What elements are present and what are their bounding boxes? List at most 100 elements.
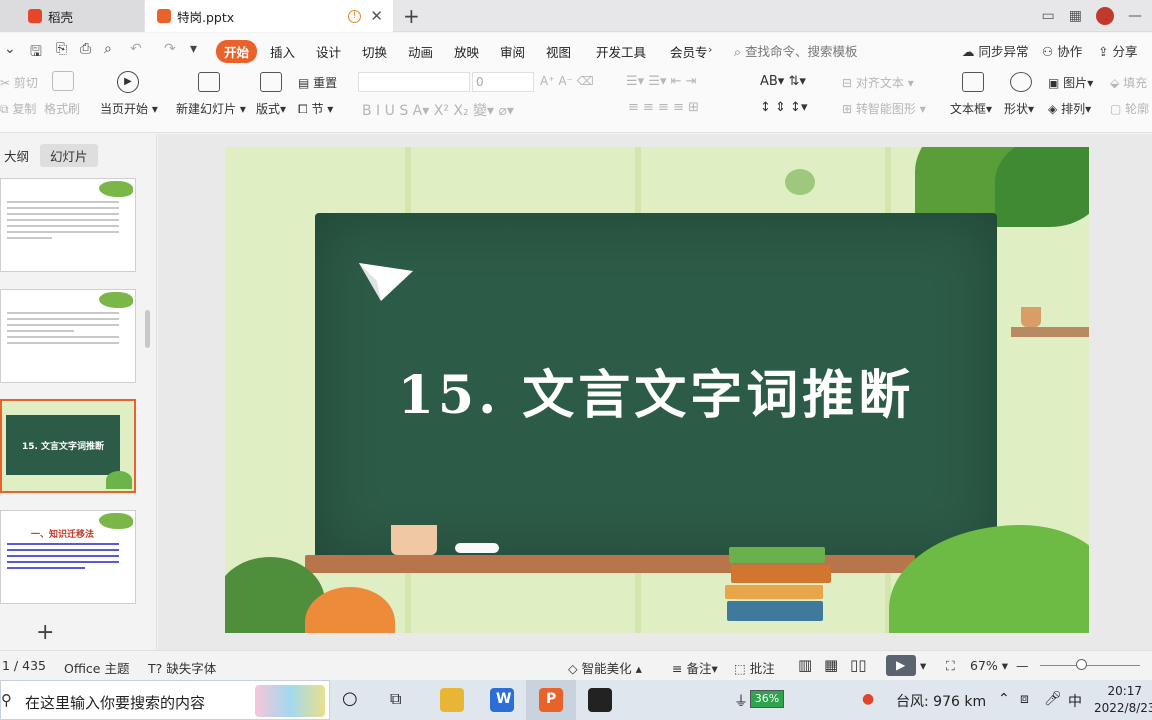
daoke-logo-icon xyxy=(28,9,42,23)
screen-recorder-icon[interactable] xyxy=(588,688,612,712)
export-icon[interactable]: ⎘ xyxy=(56,41,67,57)
tab-start[interactable]: 开始 xyxy=(216,40,258,63)
textbox-button[interactable]: 文本框▾ xyxy=(950,100,992,117)
network-icon[interactable]: ⧈ xyxy=(1020,691,1029,707)
collapse-icon[interactable]: ⌄ xyxy=(4,41,16,57)
more-quick-icon[interactable]: ▾ xyxy=(190,41,197,57)
shape-button[interactable]: 形状▾ xyxy=(1004,100,1034,117)
tab-review[interactable]: 审阅 xyxy=(492,40,533,63)
zoom-out-icon[interactable]: — xyxy=(1016,658,1029,673)
tray-chevron-icon[interactable]: ⌃ xyxy=(998,691,1010,707)
zoom-slider-track[interactable] xyxy=(1040,665,1140,666)
layout-mode-icon[interactable]: ▭ xyxy=(1042,8,1055,24)
play-current-button[interactable]: 当页开始 ▾ xyxy=(100,100,158,117)
print-icon[interactable]: ⎙ xyxy=(80,41,91,57)
zoom-slider-handle[interactable] xyxy=(1076,659,1087,670)
page-indicator[interactable]: 1 / 435 xyxy=(2,658,46,673)
tab-outline[interactable]: 大纲 xyxy=(0,144,39,167)
minimize-icon[interactable]: — xyxy=(1128,8,1142,24)
tab-slides[interactable]: 幻灯片 xyxy=(40,144,98,167)
font-family-select[interactable] xyxy=(358,72,470,92)
format-painter-icon xyxy=(52,71,74,91)
font-grow-icon[interactable]: A⁺ A⁻ ⌫ xyxy=(540,74,594,88)
add-tab-button[interactable]: + xyxy=(403,4,420,28)
fit-window-icon[interactable]: ⛶ xyxy=(946,658,955,674)
close-tab-icon[interactable]: ✕ xyxy=(370,7,383,25)
zoom-level[interactable]: 67% ▾ xyxy=(970,658,1008,673)
layout-button[interactable]: 版式▾ xyxy=(256,100,286,117)
sorter-view-icon[interactable]: ▦ xyxy=(824,656,838,674)
slideshow-play-button[interactable]: ▶ xyxy=(886,655,916,676)
add-slide-button[interactable]: + xyxy=(36,620,54,645)
tab-insert[interactable]: 插入 xyxy=(262,40,303,63)
tab-slideshow[interactable]: 放映 xyxy=(446,40,487,63)
cut-button[interactable]: ✂ 剪切 xyxy=(0,74,38,91)
apps-grid-icon[interactable]: ▦ xyxy=(1069,8,1082,24)
slide-thumbnail[interactable]: 一、知识迁移法 xyxy=(0,510,136,604)
play-options-icon[interactable]: ▾ xyxy=(920,658,926,673)
sync-status-button[interactable]: ☁ 同步异常 xyxy=(962,41,1029,60)
new-slide-button[interactable]: 新建幻灯片 ▾ xyxy=(176,100,246,117)
fill-icon: ⬙ xyxy=(1110,76,1120,90)
text-style-icons[interactable]: B I U S A▾ X² X₂ 變▾ ⌀▾ xyxy=(362,100,514,120)
reading-view-icon[interactable]: ▯▯ xyxy=(850,656,867,674)
align-icons[interactable]: ≡ ≡ ≡ ≡ ⊞ xyxy=(628,100,699,115)
undo-icon[interactable]: ↶ xyxy=(130,41,142,57)
slide-title[interactable]: 15. 文言文字词推断 xyxy=(315,353,997,428)
smart-shape-button[interactable]: ⊞ 转智能图形 ▾ xyxy=(842,100,926,117)
picture-button[interactable]: ▣ 图片▾ xyxy=(1048,74,1093,91)
battery-indicator[interactable]: 36% xyxy=(750,690,784,708)
tab-animation[interactable]: 动画 xyxy=(400,40,441,63)
tab-daoke[interactable]: 稻壳 xyxy=(0,0,144,32)
presentation-app-icon[interactable]: P xyxy=(539,688,563,712)
word-app-icon[interactable]: W xyxy=(490,688,514,712)
align-text-button[interactable]: ⊟ 对齐文本 ▾ xyxy=(842,74,914,91)
share-button[interactable]: ⇪ 分享 xyxy=(1098,41,1137,60)
pane-scrollbar[interactable] xyxy=(145,310,150,348)
beautify-button[interactable]: ◇ 智能美化 ▴ xyxy=(568,658,642,677)
notes-icon: ≡ xyxy=(672,661,683,676)
slide-thumbnail[interactable] xyxy=(0,289,136,383)
tab-pptx[interactable]: 特岗.pptx ! ✕ xyxy=(145,0,393,32)
normal-view-icon[interactable]: ▥ xyxy=(798,656,812,674)
warning-icon[interactable]: ! xyxy=(348,9,361,23)
microphone-icon[interactable]: 🎤︎ xyxy=(1044,691,1062,707)
missing-font-button[interactable]: T? 缺失字体 xyxy=(148,658,216,677)
tab-view[interactable]: 视图 xyxy=(538,40,579,63)
comment-button[interactable]: ⬚ 批注 xyxy=(734,658,775,677)
task-view-icon[interactable]: ⧉ xyxy=(390,689,401,709)
slide-thumbnail-selected[interactable]: 15. 文言文字词推断 xyxy=(0,399,136,493)
leaf-decoration xyxy=(99,513,133,529)
save-icon[interactable]: 🖫 xyxy=(30,41,42,65)
tab-member[interactable]: 会员专 xyxy=(662,40,710,63)
ime-indicator[interactable]: 中 xyxy=(1068,691,1082,711)
tab-developer[interactable]: 开发工具 xyxy=(588,40,654,63)
tab-transition[interactable]: 切换 xyxy=(354,40,395,63)
collab-button[interactable]: ⚇ 协作 xyxy=(1042,41,1082,60)
cortana-icon[interactable]: ○ xyxy=(342,688,358,709)
fill-button[interactable]: ⬙ 填充 xyxy=(1110,74,1147,91)
weather-text[interactable]: 台风: 976 km xyxy=(896,691,986,711)
file-explorer-icon[interactable] xyxy=(440,688,464,712)
redo-icon[interactable]: ↷ xyxy=(164,41,176,57)
clock[interactable]: 20:17 2022/8/23 xyxy=(1094,683,1152,717)
chevron-right-icon[interactable]: › xyxy=(708,43,712,56)
text-direction-icon[interactable]: AB▾ ⇅▾ xyxy=(760,74,806,89)
copy-button[interactable]: ⧉ 复制 xyxy=(0,100,36,117)
section-button[interactable]: ⧠ 节 ▾ xyxy=(298,100,333,117)
reset-button[interactable]: ▤ 重置 xyxy=(298,74,337,91)
line-spacing-icon[interactable]: ↕ ⇕ ↕▾ xyxy=(760,100,807,115)
command-search[interactable]: ⌕ 查找命令、搜索模板 xyxy=(734,41,858,60)
taskbar-search[interactable]: ⚲ 在这里输入你要搜索的内容 xyxy=(0,680,330,720)
user-avatar[interactable] xyxy=(1096,7,1114,25)
format-painter-button[interactable]: 格式刷 xyxy=(44,100,80,117)
outline-button[interactable]: ▢ 轮廓 xyxy=(1110,100,1149,117)
tab-design[interactable]: 设计 xyxy=(308,40,349,63)
font-size-select[interactable]: 0 xyxy=(472,72,534,92)
arrange-button[interactable]: ◈ 排列▾ xyxy=(1048,100,1091,117)
preview-icon[interactable]: ⌕ xyxy=(104,41,112,57)
slide[interactable]: 15. 文言文字词推断 xyxy=(225,147,1089,633)
list-icons[interactable]: ☰▾ ☰▾ ⇤ ⇥ xyxy=(626,74,697,89)
notes-button[interactable]: ≡ 备注▾ xyxy=(672,658,718,677)
slide-thumbnail[interactable] xyxy=(0,178,136,272)
